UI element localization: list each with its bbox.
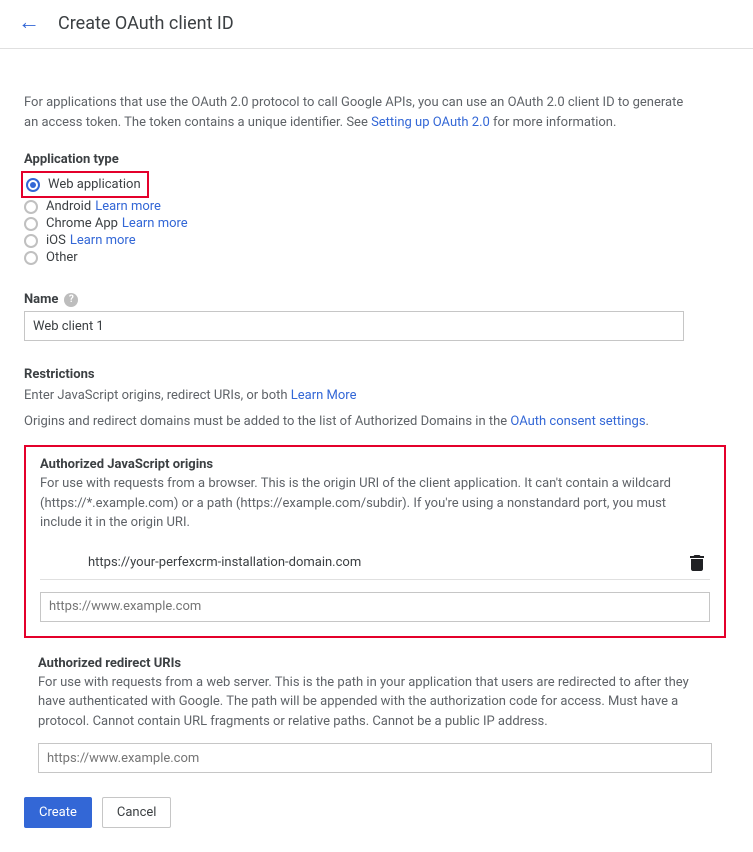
redirect-title: Authorized redirect URIs [38, 656, 712, 671]
origins-title: Authorized JavaScript origins [40, 457, 710, 472]
radio-label: Android [46, 199, 91, 214]
radio-label: iOS [46, 233, 66, 248]
radio-label: Chrome App [46, 216, 118, 231]
learn-more-link[interactable]: Learn more [95, 199, 161, 214]
intro-after: for more information. [490, 115, 617, 130]
intro-text: For applications that use the OAuth 2.0 … [24, 93, 684, 132]
radio-icon [24, 234, 38, 248]
application-type-label: Application type [24, 152, 729, 167]
page-title: Create OAuth client ID [58, 13, 234, 34]
radio-ios[interactable]: iOS Learn more [24, 232, 729, 249]
help-icon[interactable]: ? [64, 293, 78, 307]
back-arrow-icon[interactable]: ← [18, 12, 40, 34]
origin-new-input[interactable] [40, 592, 710, 622]
name-label: Name [24, 292, 58, 307]
radio-icon [24, 200, 38, 214]
radio-label: Web application [48, 177, 141, 192]
radio-icon [24, 217, 38, 231]
restrictions-line2: Origins and redirect domains must be add… [24, 412, 729, 432]
content: For applications that use the OAuth 2.0 … [0, 49, 753, 852]
origin-row: https://your-perfexcrm-installation-doma… [40, 547, 710, 580]
radio-label: Other [46, 250, 78, 265]
authorized-redirect-uris-section: Authorized redirect URIs For use with re… [24, 656, 726, 774]
page-header: ← Create OAuth client ID [0, 0, 753, 49]
cancel-button[interactable]: Cancel [102, 797, 172, 828]
restrictions-heading: Restrictions [24, 367, 729, 382]
authorized-js-origins-section: Authorized JavaScript origins For use wi… [24, 445, 726, 638]
radio-icon [24, 251, 38, 265]
restrictions-learn-more-link[interactable]: Learn More [291, 388, 357, 403]
learn-more-link[interactable]: Learn more [122, 216, 188, 231]
restrictions-section: Restrictions Enter JavaScript origins, r… [24, 367, 729, 431]
origin-value: https://your-perfexcrm-installation-doma… [40, 555, 684, 570]
origins-description: For use with requests from a browser. Th… [40, 474, 710, 533]
setup-oauth-link[interactable]: Setting up OAuth 2.0 [371, 115, 490, 130]
learn-more-link[interactable]: Learn more [70, 233, 136, 248]
oauth-consent-link[interactable]: OAuth consent settings [510, 414, 645, 429]
restrictions-line1: Enter JavaScript origins, redirect URIs,… [24, 386, 729, 406]
action-buttons: Create Cancel [24, 797, 729, 828]
radio-chrome-app[interactable]: Chrome App Learn more [24, 215, 729, 232]
redirect-description: For use with requests from a web server.… [38, 673, 712, 732]
radio-web-application[interactable]: Web application [26, 176, 141, 193]
create-button[interactable]: Create [24, 797, 92, 828]
redirect-new-input[interactable] [38, 743, 712, 773]
name-label-row: Name ? [24, 292, 729, 307]
highlight-web-application: Web application [21, 171, 149, 198]
application-type-group: Application type Web application Android… [24, 152, 729, 266]
radio-android[interactable]: Android Learn more [24, 198, 729, 215]
name-input[interactable] [24, 311, 684, 341]
radio-other[interactable]: Other [24, 249, 729, 266]
radio-icon [26, 178, 40, 192]
trash-icon[interactable] [684, 555, 710, 571]
